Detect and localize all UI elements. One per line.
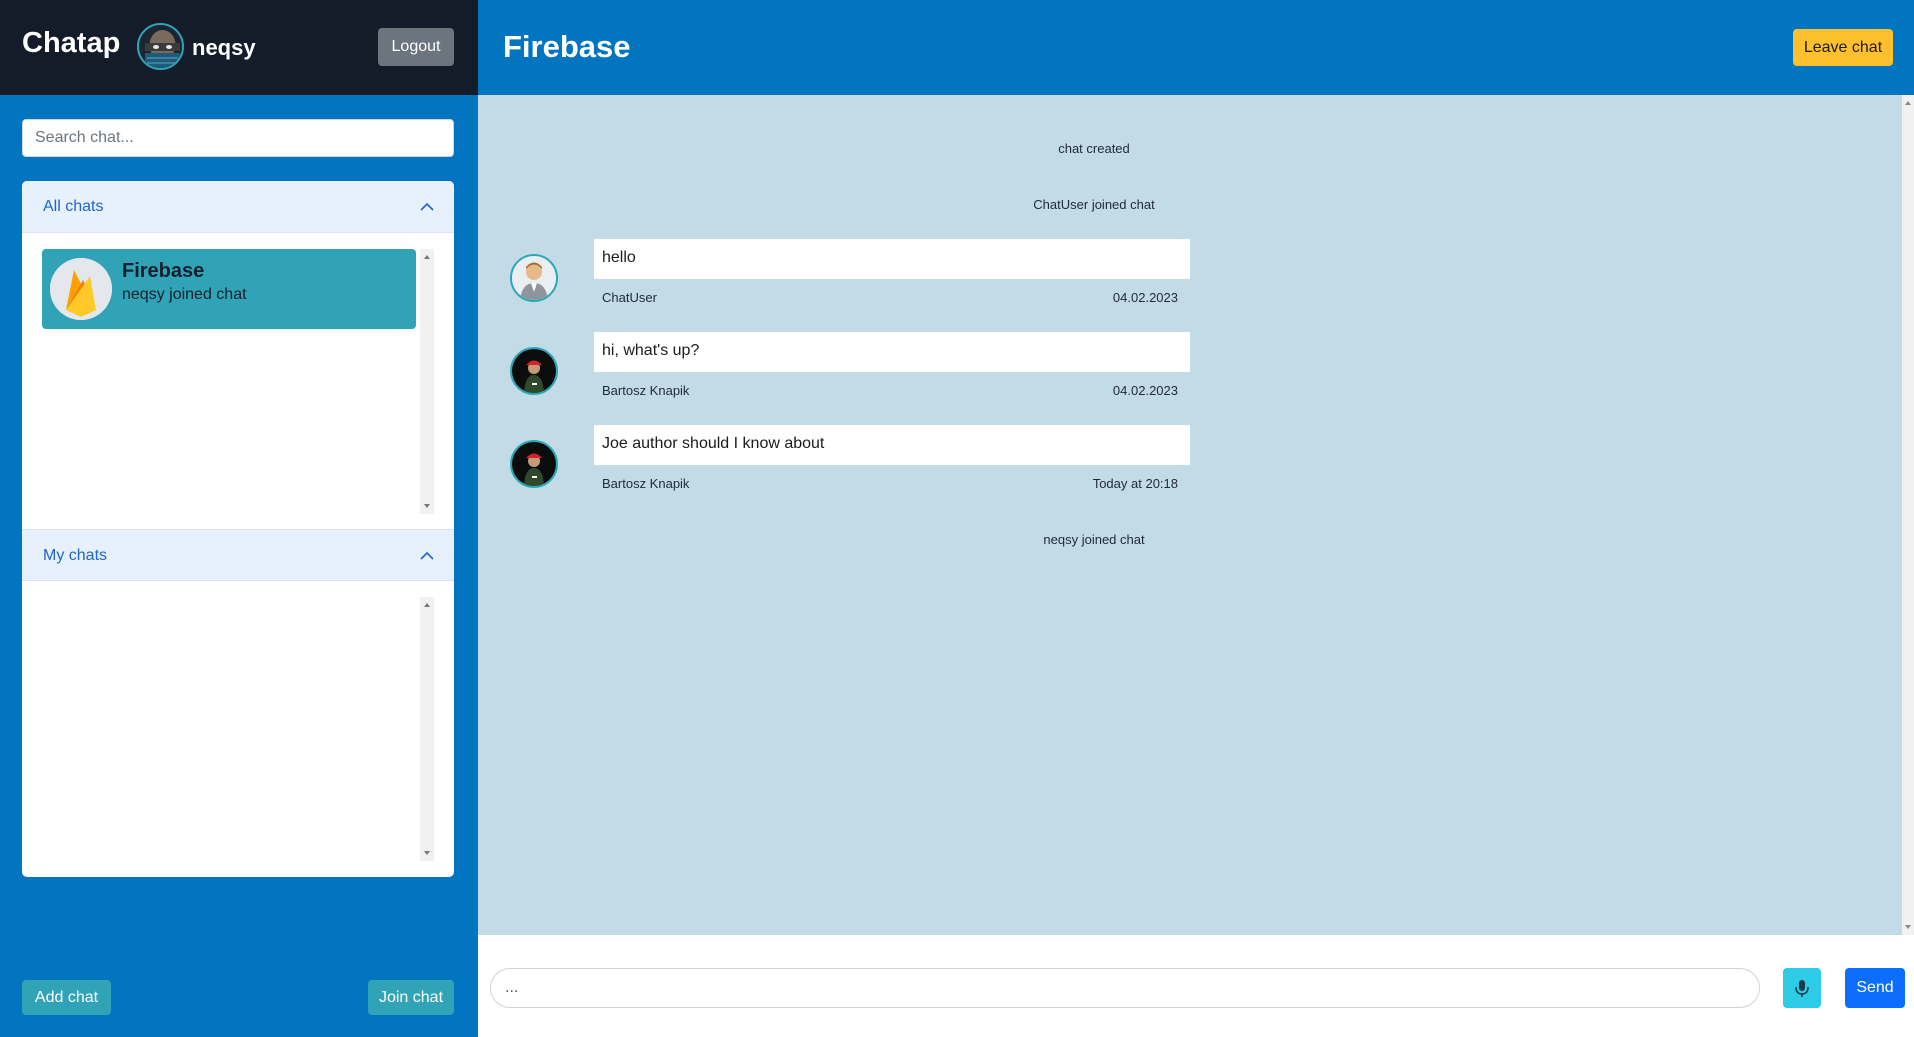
message-date-text: Today at 20:18 [1092,476,1178,491]
all-chats-scrollbar[interactable] [420,249,434,514]
message-bubble: hello [594,239,1190,279]
system-message: neqsy joined chat [1043,532,1145,547]
all-chats-title: All chats [43,198,104,215]
search-chat-input[interactable] [22,119,454,157]
my-chats-list [42,597,434,861]
message-date-text: 04.02.2023 [1112,290,1178,305]
chats-accordion: All chats Firebase neqsy joined chat My … [22,181,454,877]
microphone-button[interactable] [1783,968,1821,1008]
scroll-down-arrow-icon[interactable] [1905,925,1911,929]
message-author: ChatUser [602,290,657,305]
my-chats-scrollbar[interactable] [420,597,434,861]
messages-scrollbar[interactable] [1902,95,1914,935]
sidebar-header: Chatap neqsy Logout [0,0,478,95]
app-title: Chatap [22,27,121,59]
system-message: ChatUser joined chat [1033,197,1155,212]
message-date-text: 04.02.2023 [1112,383,1178,398]
microphone-icon [1795,980,1809,997]
scroll-down-arrow-icon[interactable] [424,504,430,508]
message-bubble: hi, what's up? [594,332,1190,372]
message-bubble: Joe author should I know about [594,425,1190,465]
logout-button[interactable]: Logout [378,28,454,66]
current-user-name: neqsy [192,35,256,60]
all-chats-section-header[interactable]: All chats [22,181,454,233]
chevron-up-icon [420,202,434,211]
scroll-up-arrow-icon[interactable] [424,603,430,607]
system-message: chat created [1058,141,1130,156]
scroll-up-arrow-icon[interactable] [1905,101,1911,105]
my-chats-section-header[interactable]: My chats [22,529,454,581]
chat-item-name: Firebase [122,260,205,282]
leave-chat-button[interactable]: Leave chat [1793,29,1893,66]
default-user-avatar-icon[interactable] [510,254,558,302]
chat-item-last-message: neqsy joined chat [122,286,247,303]
firebase-flame-icon [50,258,112,320]
message-author: Bartosz Knapik [602,383,690,398]
chat-title: Firebase [503,29,631,64]
messages-panel: chat created ChatUser joined chat hello … [478,95,1914,935]
user-avatar-red-cap-icon[interactable] [510,440,558,488]
chevron-up-icon [420,551,434,560]
scroll-up-arrow-icon[interactable] [424,255,430,259]
user-avatar-red-cap-icon[interactable] [510,347,558,395]
chat-main: Firebase Leave chat chat created ChatUse… [478,0,1914,1037]
scroll-down-arrow-icon[interactable] [424,851,430,855]
message-input[interactable] [490,968,1760,1008]
all-chats-list: Firebase neqsy joined chat [42,249,434,514]
join-chat-button[interactable]: Join chat [368,980,454,1015]
add-chat-button[interactable]: Add chat [22,980,111,1015]
chat-list-item-firebase[interactable]: Firebase neqsy joined chat [42,249,416,329]
chat-header: Firebase Leave chat [478,0,1914,95]
send-button[interactable]: Send [1845,968,1905,1008]
user-avatar[interactable] [137,23,184,70]
message-author: Bartosz Knapik [602,476,690,491]
message-composer: Send [478,935,1914,1037]
my-chats-title: My chats [43,547,108,564]
user-avatar-masked-icon [139,25,182,68]
sidebar: Chatap neqsy Logout All chats [0,0,478,1037]
